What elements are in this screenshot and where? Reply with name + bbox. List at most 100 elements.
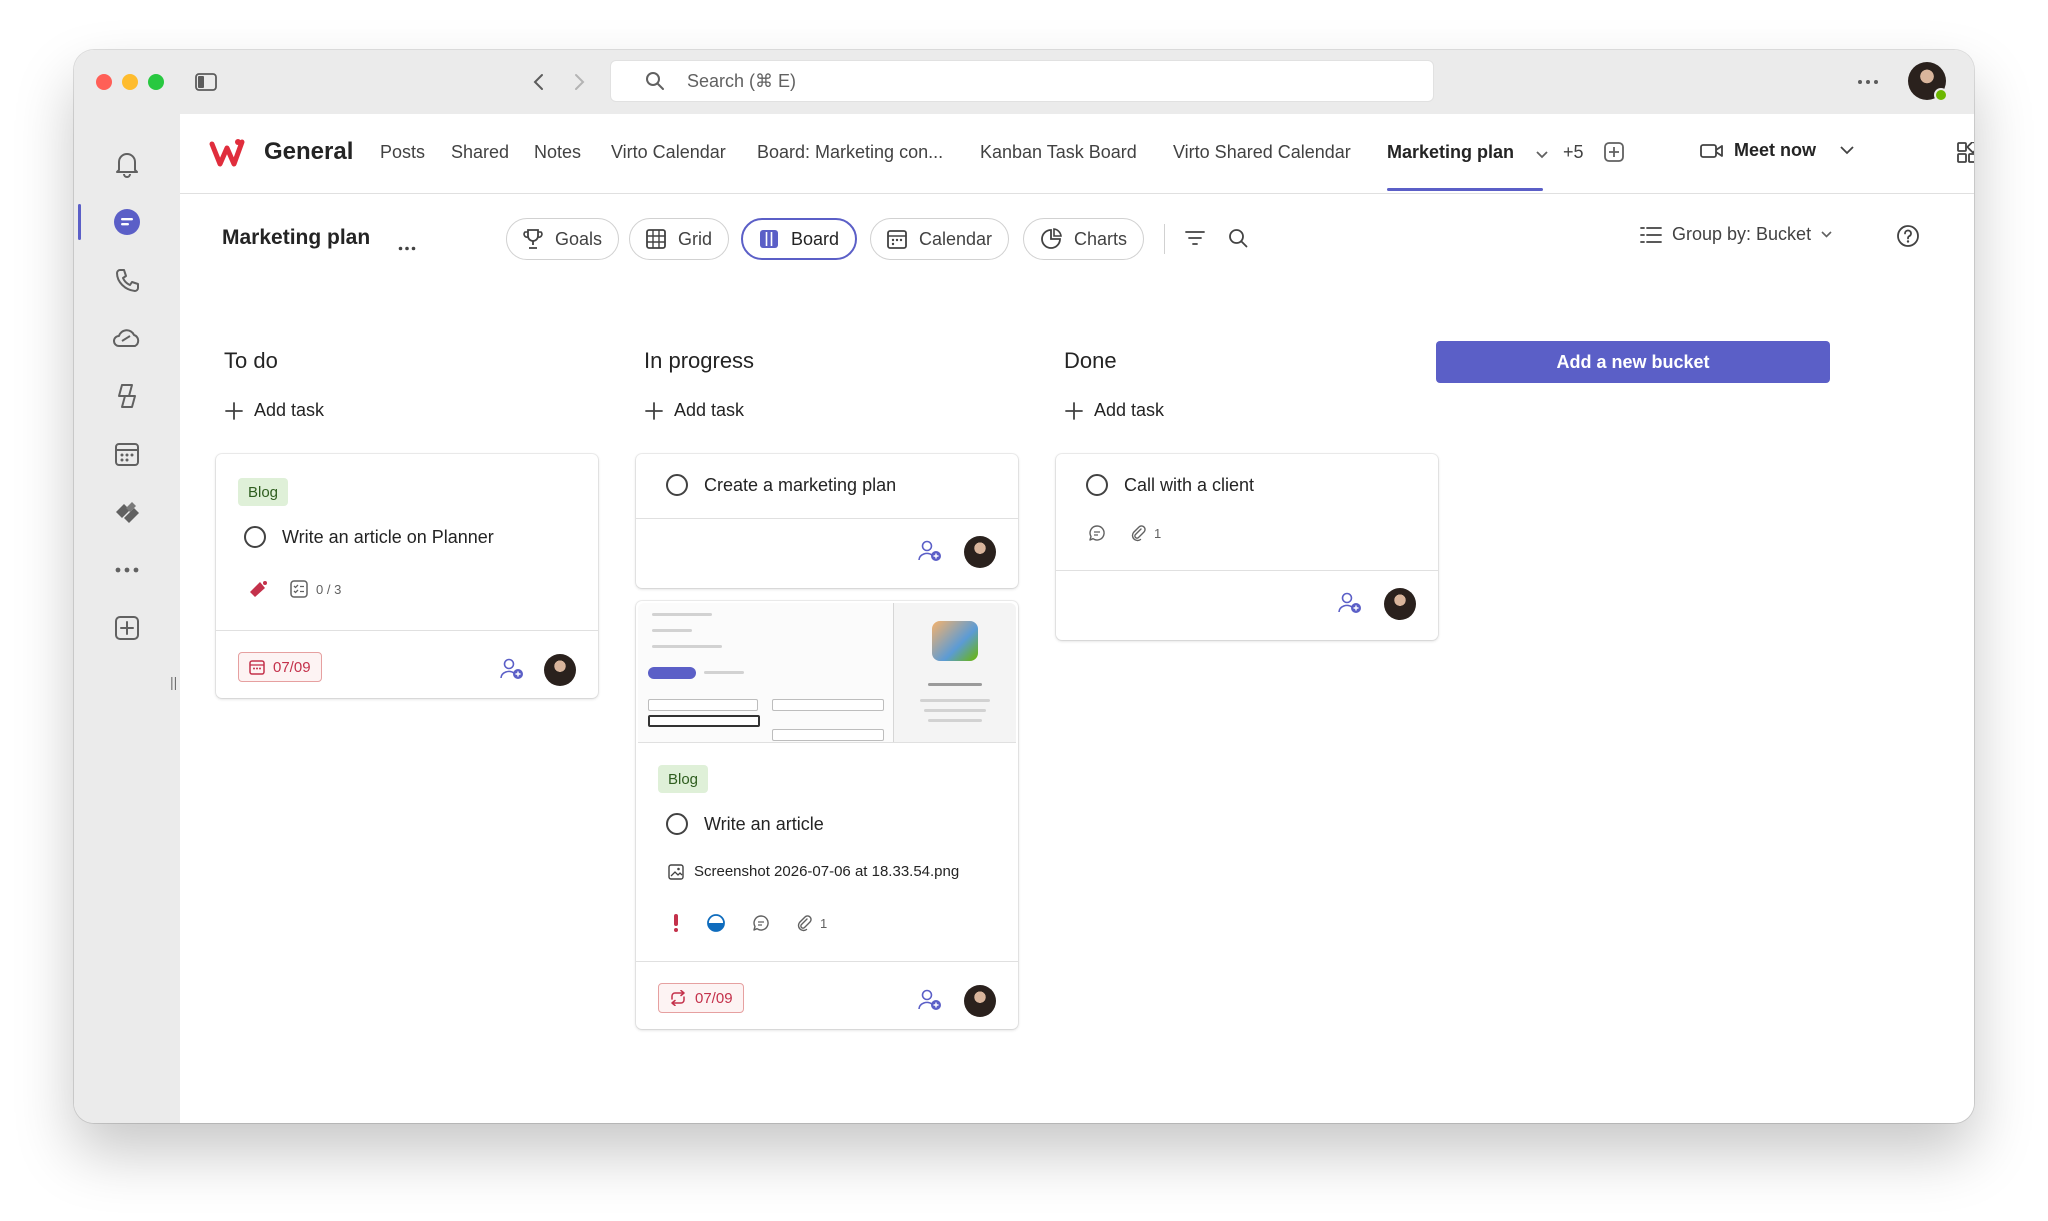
assign-person-icon[interactable] — [1338, 592, 1362, 619]
task-card-call-with-client[interactable]: Call with a client 1 — [1056, 454, 1438, 640]
onedrive-icon — [113, 329, 140, 347]
preview-line — [704, 671, 744, 674]
complete-task-checkbox[interactable] — [666, 474, 688, 496]
view-charts-button[interactable]: Charts — [1023, 218, 1145, 260]
minimize-window-button[interactable] — [122, 74, 138, 90]
preview-line — [652, 645, 722, 648]
more-tabs-count[interactable]: +5 — [1563, 142, 1584, 163]
task-title: Create a marketing plan — [704, 474, 897, 495]
rail-calls[interactable] — [74, 256, 180, 304]
add-task-done-button[interactable]: Add task — [1064, 400, 1164, 421]
rail-add-apps[interactable] — [74, 604, 180, 652]
assignee-avatar[interactable] — [1384, 588, 1416, 620]
task-title: Call with a client — [1124, 474, 1255, 495]
due-date-chip[interactable]: 07/09 — [658, 983, 744, 1013]
tab-marketing-plan[interactable]: Marketing plan — [1387, 142, 1514, 163]
group-by-button[interactable]: Group by: Bucket — [1640, 224, 1832, 245]
complete-task-checkbox[interactable] — [1086, 474, 1108, 496]
chevron-down-icon — [1840, 146, 1854, 155]
rail-copilot[interactable] — [74, 372, 180, 420]
virto-logo-icon — [208, 134, 246, 172]
resize-handle-icon[interactable]: || — [170, 674, 177, 690]
calendar-icon — [887, 230, 907, 249]
card-divider — [216, 630, 598, 631]
assignee-avatar[interactable] — [964, 985, 996, 1017]
checklist-icon — [290, 580, 308, 598]
forward-arrow-icon[interactable] — [568, 70, 592, 94]
add-task-todo-button[interactable]: Add task — [224, 400, 324, 421]
assign-person-icon[interactable] — [918, 989, 942, 1016]
view-grid-button[interactable]: Grid — [629, 218, 730, 260]
assign-person-icon[interactable] — [500, 658, 524, 685]
help-icon[interactable] — [1896, 224, 1920, 253]
in-progress-icon — [707, 914, 725, 932]
task-card-write-an-article[interactable]: Blog Write an article Screenshot 2026-07… — [636, 601, 1018, 1029]
comment-icon — [1089, 525, 1105, 541]
meet-now-button[interactable]: Meet now — [1700, 140, 1854, 161]
tab-board-marketing[interactable]: Board: Marketing con... — [757, 142, 943, 163]
card-divider — [636, 961, 1018, 962]
rail-calendar[interactable] — [74, 430, 180, 478]
add-task-in-progress-button[interactable]: Add task — [644, 400, 744, 421]
assignee-avatar[interactable] — [964, 536, 996, 568]
view-goals-button[interactable]: Goals — [506, 218, 620, 260]
avatar — [964, 536, 996, 568]
task-card-create-marketing-plan[interactable]: Create a marketing plan — [636, 454, 1018, 588]
plan-more-icon[interactable] — [398, 238, 416, 256]
view-calendar-button[interactable]: Calendar — [870, 218, 1010, 260]
task-meta-row: 1 — [672, 913, 827, 933]
avatar — [1384, 588, 1416, 620]
search-input[interactable]: Search (⌘ E) — [610, 60, 1434, 102]
add-tab-icon[interactable] — [1604, 142, 1624, 167]
view-charts-label: Charts — [1074, 228, 1128, 249]
preview-line — [920, 699, 990, 702]
add-new-bucket-button[interactable]: Add a new bucket — [1436, 341, 1830, 383]
assignee-avatar[interactable] — [544, 654, 576, 686]
tab-kanban-task-board[interactable]: Kanban Task Board — [980, 142, 1137, 163]
rail-planner[interactable] — [74, 488, 180, 536]
rail-activity[interactable] — [74, 140, 180, 188]
back-arrow-icon[interactable] — [526, 70, 550, 94]
sidebar-toggle-icon[interactable] — [194, 70, 218, 94]
task-meta-row: 1 — [1088, 524, 1161, 542]
planner-icon — [116, 502, 139, 523]
rail-more-apps[interactable] — [74, 546, 180, 594]
label-chip: Blog — [658, 765, 709, 793]
view-calendar-label: Calendar — [919, 228, 993, 249]
view-board-button[interactable]: Board — [741, 218, 858, 260]
task-meta-row: 0 / 3 — [248, 580, 341, 598]
close-window-button[interactable] — [96, 74, 112, 90]
filter-icon[interactable] — [1185, 230, 1205, 251]
copilot-icon — [118, 384, 136, 408]
urgent-priority-icon — [250, 581, 267, 597]
bucket-title-in-progress: In progress — [644, 348, 755, 373]
preview-left-pane — [638, 603, 894, 742]
repeat-icon — [671, 990, 685, 1006]
tab-posts[interactable]: Posts — [380, 142, 425, 163]
due-date-chip[interactable]: 07/09 — [238, 652, 322, 682]
assign-person-icon[interactable] — [918, 540, 942, 567]
main-content: General Posts Shared Notes Virto Calenda… — [180, 114, 1974, 1123]
tab-shared[interactable]: Shared — [451, 142, 509, 163]
tab-virto-calendar[interactable]: Virto Calendar — [611, 142, 726, 163]
apps-icon[interactable] — [1957, 140, 1974, 169]
tab-notes[interactable]: Notes — [534, 142, 581, 163]
chevron-down-icon[interactable] — [1536, 146, 1548, 164]
label-chip: Blog — [238, 478, 289, 506]
app-rail: || — [74, 114, 180, 1123]
task-card-write-article-on-planner[interactable]: Blog Write an article on Planner 0 / 3 0… — [216, 454, 598, 698]
more-options-icon[interactable] — [1856, 70, 1880, 94]
complete-task-checkbox[interactable] — [244, 526, 266, 548]
search-tasks-icon[interactable] — [1228, 228, 1248, 253]
zoom-window-button[interactable] — [148, 74, 164, 90]
task-title: Write an article on Planner — [282, 526, 494, 547]
presence-available-icon — [1934, 88, 1948, 102]
profile-avatar[interactable] — [1908, 62, 1948, 102]
complete-task-checkbox[interactable] — [666, 813, 688, 835]
tab-virto-shared-calendar[interactable]: Virto Shared Calendar — [1173, 142, 1351, 163]
channel-header: General Posts Shared Notes Virto Calenda… — [180, 114, 1974, 194]
rail-chat[interactable] — [74, 198, 180, 246]
attachment-link[interactable]: Screenshot 2026-07-06 at 18.33.54.png — [668, 863, 959, 880]
preview-field — [772, 699, 884, 711]
rail-onedrive[interactable] — [74, 314, 180, 362]
